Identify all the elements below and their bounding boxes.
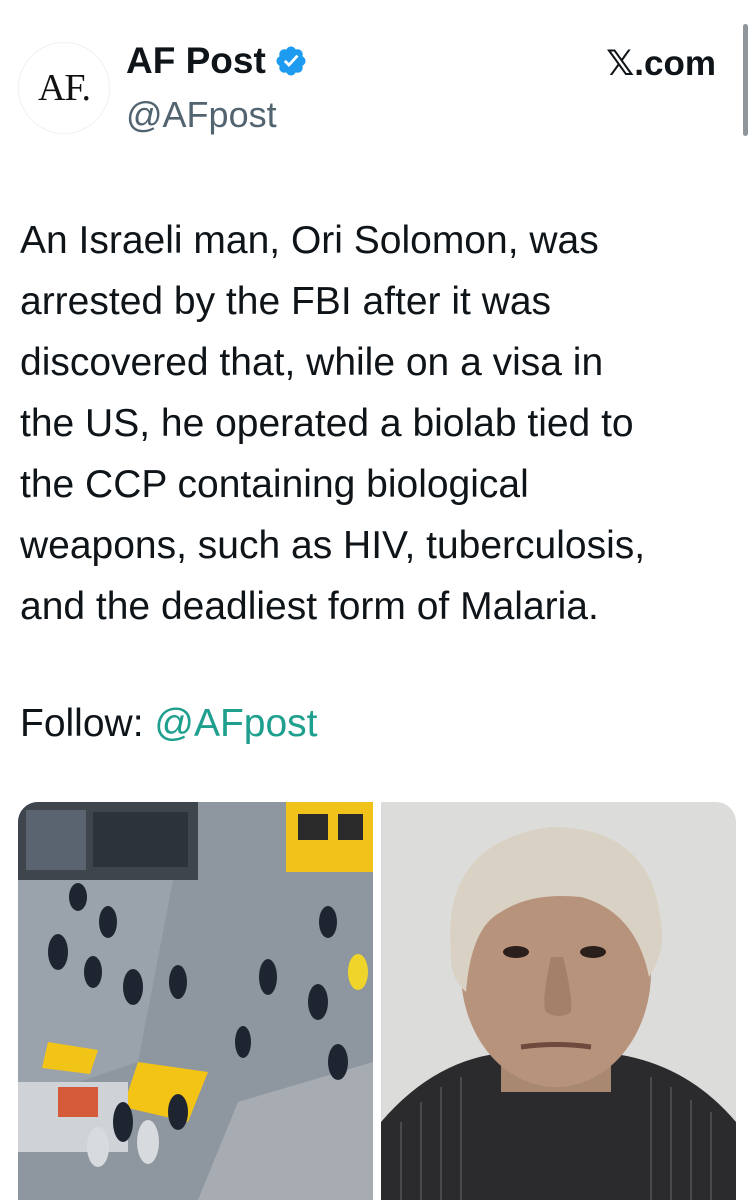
follow-link[interactable]: @AFpost: [154, 702, 317, 745]
scrollbar[interactable]: [743, 24, 748, 136]
mugshot-photo[interactable]: [381, 802, 736, 1200]
author-handle[interactable]: @AFpost: [126, 94, 277, 136]
verified-badge-icon: [276, 46, 306, 76]
author-row: AF Post: [126, 40, 308, 82]
post-text: An Israeli man, Ori Solomon, was arreste…: [20, 219, 646, 628]
follow-label: Follow:: [20, 702, 155, 745]
avatar[interactable]: AF.: [18, 42, 110, 134]
aerial-photo[interactable]: [18, 802, 373, 1200]
display-name[interactable]: AF Post: [126, 40, 266, 82]
source-label: 𝕏.com: [606, 44, 716, 83]
follow-line: Follow: @AFpost: [20, 697, 318, 751]
media-grid: [18, 802, 736, 1200]
